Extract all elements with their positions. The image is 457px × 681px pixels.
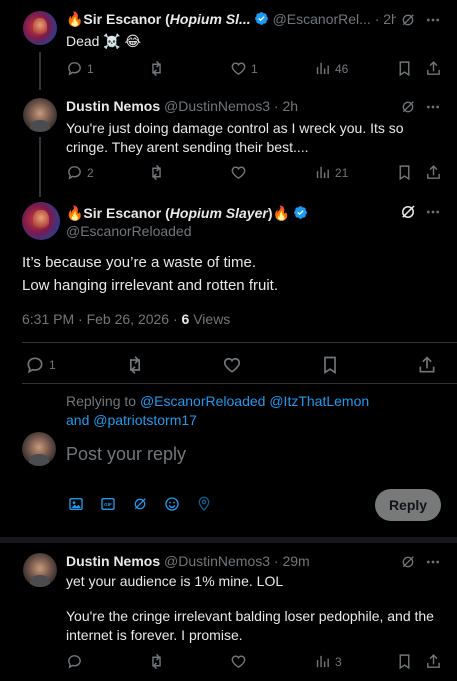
divider	[22, 383, 457, 384]
views-icon[interactable]	[314, 60, 331, 77]
main-tweet-handle[interactable]: @EscanorReloaded	[66, 223, 192, 239]
timestamp[interactable]: · 2h	[375, 11, 396, 27]
share-icon[interactable]	[417, 355, 437, 375]
reply-button[interactable]: Reply	[375, 489, 441, 521]
tweet-header: 🔥Sir Escanor (Hopium Sl... @EscanorRel..…	[66, 11, 396, 28]
author-handle[interactable]: @DustinNemos3 · 2h	[164, 98, 298, 114]
gif-icon[interactable]: GIF	[100, 496, 116, 512]
divider	[0, 537, 457, 543]
tweet-text: You're just doing damage control as I wr…	[66, 120, 404, 155]
like-icon[interactable]	[230, 60, 247, 77]
avatar[interactable]	[23, 11, 57, 45]
retweet-icon[interactable]	[148, 60, 165, 77]
main-tweet-views-label: Views	[189, 311, 231, 327]
tweet-text: yet your audience is 1% mine. LOL	[66, 573, 284, 589]
share-icon[interactable]	[425, 60, 442, 77]
main-tweet-line: Low hanging irrelevant and rotten fruit.	[22, 277, 278, 294]
reply-icon[interactable]	[25, 355, 45, 375]
avatar	[22, 432, 56, 466]
like-icon[interactable]	[222, 355, 242, 375]
replying-to: Replying to @EscanorReloaded @ItzThatLem…	[66, 393, 370, 428]
grok-icon[interactable]	[132, 496, 148, 512]
mention-link[interactable]: @ItzThatLemon	[269, 393, 369, 409]
main-tweet-name[interactable]: 🔥Sir Escanor (Hopium Slayer)🔥	[66, 205, 308, 222]
author-handle[interactable]: @DustinNemos3 · 29m	[164, 553, 310, 569]
share-icon[interactable]	[425, 164, 442, 181]
thread-line	[39, 137, 41, 197]
views-icon[interactable]	[314, 164, 331, 181]
avatar[interactable]	[23, 98, 57, 132]
grok-icon[interactable]	[400, 12, 416, 28]
author-name[interactable]: Dustin Nemos	[66, 98, 160, 114]
retweet-icon[interactable]	[148, 164, 165, 181]
avatar[interactable]	[22, 202, 60, 240]
bookmark-icon[interactable]	[396, 60, 413, 77]
main-tweet-line: It’s because you’re a waste of time.	[22, 254, 257, 271]
more-icon[interactable]	[425, 12, 441, 28]
main-tweet-meta: 6:31 PM · Feb 26, 2026 · 6 Views	[22, 311, 230, 327]
more-icon[interactable]	[425, 554, 441, 570]
tweet-text: You're the cringe irrelevant balding los…	[66, 608, 434, 643]
reply-icon[interactable]	[66, 60, 83, 77]
avatar[interactable]	[23, 553, 57, 587]
location-icon[interactable]	[196, 496, 212, 512]
reply-icon[interactable]	[66, 653, 83, 670]
grok-icon[interactable]	[399, 203, 417, 221]
share-icon[interactable]	[425, 653, 442, 670]
mention-link[interactable]: @EscanorReloaded	[140, 393, 266, 409]
tweet-text: Dead ☠️ 😂	[66, 33, 142, 49]
bookmark-icon[interactable]	[396, 653, 413, 670]
reply-count: 2	[87, 166, 94, 180]
like-icon[interactable]	[230, 653, 247, 670]
like-count: 1	[251, 62, 258, 76]
like-icon[interactable]	[230, 164, 247, 181]
tweet-header: Dustin Nemos @DustinNemos3 · 2h	[66, 98, 298, 114]
author-handle[interactable]: @EscanorRel...	[273, 11, 371, 27]
media-icon[interactable]	[68, 496, 84, 512]
reply-input[interactable]: Post your reply	[66, 444, 186, 465]
views-count: 46	[335, 62, 349, 76]
divider	[22, 342, 457, 343]
reply-count: 1	[49, 358, 56, 372]
author-name[interactable]: Dustin Nemos	[66, 553, 160, 569]
verified-badge-icon	[294, 206, 307, 219]
views-count: 3	[335, 655, 342, 669]
author-name[interactable]: 🔥Sir Escanor (Hopium Sl...	[66, 11, 251, 27]
retweet-icon[interactable]	[148, 653, 165, 670]
reply-count: 1	[87, 62, 94, 76]
emoji-icon[interactable]	[164, 496, 180, 512]
verified-badge-icon	[254, 12, 268, 25]
views-count: 21	[335, 166, 349, 180]
more-icon[interactable]	[425, 204, 441, 220]
main-tweet-timestamp[interactable]: 6:31 PM · Feb 26, 2026 ·	[22, 311, 182, 327]
grok-icon[interactable]	[400, 554, 416, 570]
bookmark-icon[interactable]	[320, 355, 340, 375]
reply-icon[interactable]	[66, 164, 83, 181]
thread-line	[39, 52, 41, 90]
retweet-icon[interactable]	[125, 355, 145, 375]
grok-icon[interactable]	[400, 99, 416, 115]
main-tweet-text: It’s because you’re a waste of time. Low…	[22, 251, 278, 297]
svg-text:GIF: GIF	[104, 502, 112, 507]
bookmark-icon[interactable]	[396, 164, 413, 181]
more-icon[interactable]	[425, 99, 441, 115]
views-icon[interactable]	[314, 653, 331, 670]
tweet-header: Dustin Nemos @DustinNemos3 · 29m	[66, 553, 310, 569]
mention-link[interactable]: @patriotstorm17	[93, 412, 197, 428]
